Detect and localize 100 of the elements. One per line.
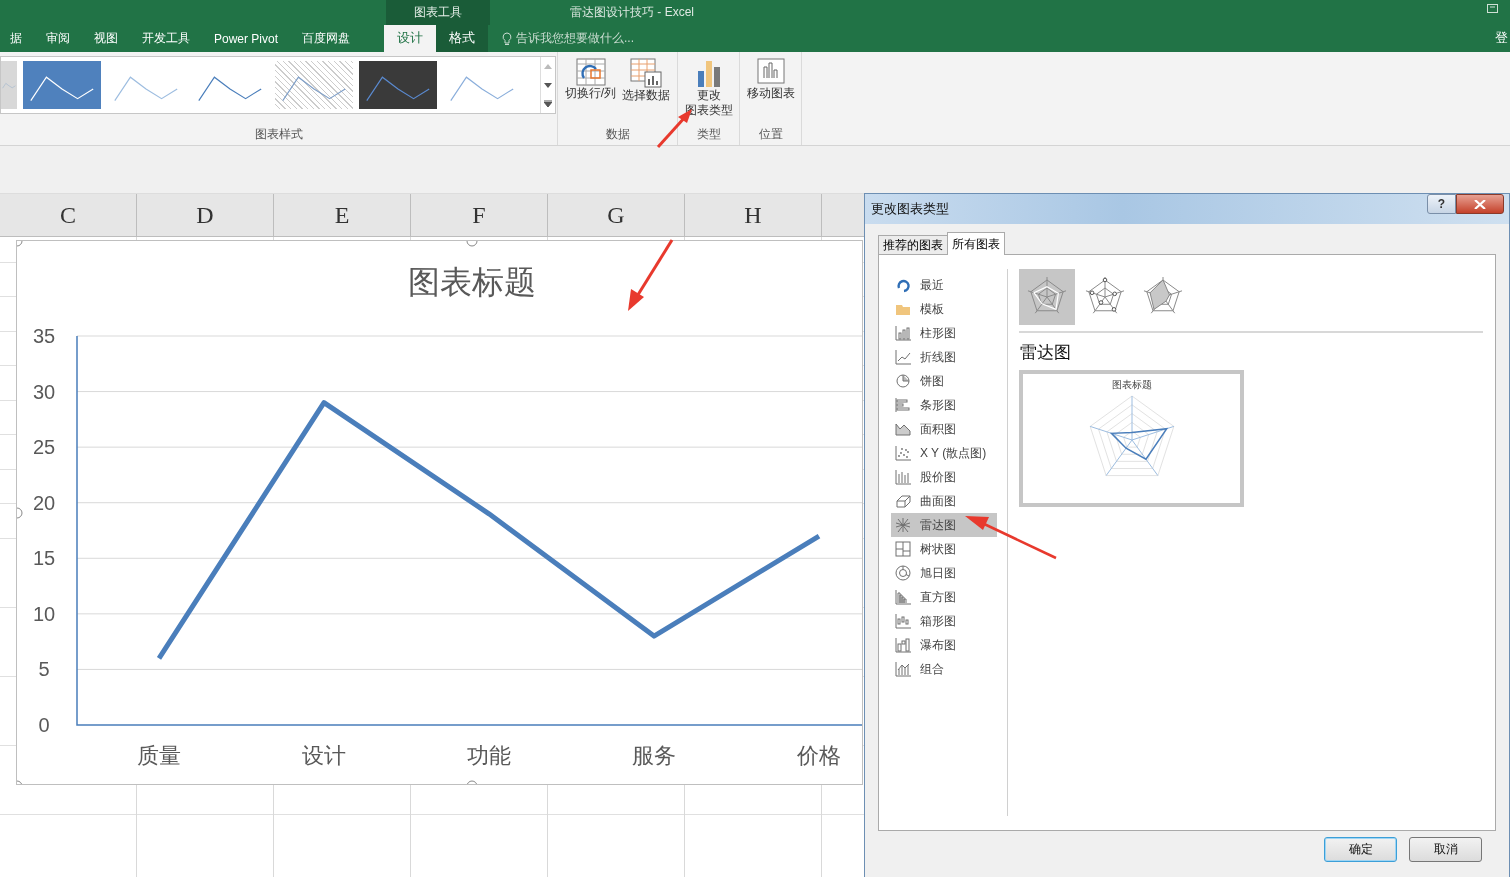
chart-type-label: 条形图 (920, 396, 956, 414)
column-header[interactable]: D (137, 194, 274, 236)
chart-type-item[interactable]: X Y (散点图) (891, 441, 997, 465)
chart-type-item[interactable]: 树状图 (891, 537, 997, 561)
close-icon (1474, 199, 1486, 209)
chart-type-label: 曲面图 (920, 492, 956, 510)
column-header[interactable]: G (548, 194, 685, 236)
chart-type-item[interactable]: 面积图 (891, 417, 997, 441)
axis-tick-label: 5 (38, 658, 50, 681)
ribbon-button[interactable]: 切换行/列 (562, 56, 619, 103)
chart-type-item[interactable]: 箱形图 (891, 609, 997, 633)
chart-type-label: 股价图 (920, 468, 956, 486)
chart-type-item[interactable]: 瀑布图 (891, 633, 997, 657)
ribbon-tab[interactable]: 据 (0, 25, 34, 52)
chart-type-item[interactable]: 组合 (891, 657, 997, 681)
chart-type-item[interactable]: 最近 (891, 273, 997, 297)
category-label: 设计 (302, 743, 346, 768)
close-button[interactable] (1456, 194, 1504, 214)
dialog-button[interactable]: 取消 (1409, 837, 1482, 862)
dialog-tab[interactable]: 推荐的图表 (878, 235, 948, 255)
chart-type-label: 面积图 (920, 420, 956, 438)
tell-me-field[interactable]: 告诉我您想要做什么... (516, 30, 634, 47)
chart-style-thumbnail[interactable] (0, 61, 17, 109)
dialog-tab[interactable]: 所有图表 (947, 232, 1005, 255)
sunburst-chart-icon (895, 565, 911, 581)
chart-title[interactable]: 图表标题 (408, 264, 536, 300)
group-label: 类型 (696, 126, 721, 143)
chart-type-label: 旭日图 (920, 564, 956, 582)
move-chart-icon (756, 58, 785, 86)
ribbon-tab[interactable]: 设计 (384, 25, 436, 52)
column-header[interactable]: E (274, 194, 411, 236)
surface-chart-icon (895, 493, 911, 509)
dialog-title: 更改图表类型 (871, 200, 949, 218)
context-tab-label: 图表工具 (386, 0, 490, 25)
bar-chart-icon (895, 397, 911, 413)
chart-type-label: 柱形图 (920, 324, 956, 342)
line-chart-icon (895, 349, 911, 365)
ribbon-tab[interactable]: 百度网盘 (290, 25, 363, 52)
chart-type-label: 模板 (920, 300, 944, 318)
chart-type-item[interactable]: 柱形图 (891, 321, 997, 345)
chart-type-item[interactable]: 模板 (891, 297, 997, 321)
chart-style-thumbnail[interactable] (358, 61, 437, 109)
ribbon-tab[interactable]: 视图 (82, 25, 130, 52)
combo-chart-icon (895, 661, 911, 677)
axis-tick-label: 35 (32, 325, 56, 347)
axis-tick-label: 10 (32, 602, 56, 625)
subtype-heading: 雷达图 (1020, 342, 1072, 364)
axis-tick-label: 0 (38, 714, 50, 736)
dialog-button[interactable]: 确定 (1324, 837, 1397, 862)
select-data-icon (630, 58, 663, 88)
group-label: 位置 (758, 126, 783, 143)
ribbon-tab[interactable]: 格式 (436, 25, 488, 52)
radar-chart-icon (895, 517, 911, 533)
chart-type-item[interactable]: 曲面图 (891, 489, 997, 513)
chart-type-item[interactable]: 旭日图 (891, 561, 997, 585)
preview-title: 图表标题 (1111, 378, 1152, 392)
pie-chart-icon (895, 373, 911, 389)
box-chart-icon (895, 613, 911, 629)
chart-type-label: 直方图 (920, 588, 956, 606)
chart-type-label: 最近 (920, 276, 944, 294)
chart-type-label: X Y (散点图) (920, 444, 987, 462)
chart-type-label: 折线图 (920, 348, 956, 366)
stock-chart-icon (895, 469, 911, 485)
treemap-chart-icon (895, 541, 911, 557)
axis-tick-label: 15 (32, 547, 56, 570)
histogram-chart-icon (895, 589, 911, 605)
expand-icon (543, 100, 552, 108)
sign-in-link[interactable]: 登 (1495, 25, 1508, 52)
axis-tick-label: 25 (32, 436, 56, 459)
ribbon-tab[interactable]: 审阅 (34, 25, 82, 52)
group-label: 数据 (605, 126, 630, 143)
chart-type-label: 树状图 (920, 540, 956, 558)
column-header[interactable]: F (411, 194, 548, 236)
ribbon-button[interactable]: 移动图表 (744, 56, 797, 103)
chart-type-item[interactable]: 雷达图 (891, 513, 997, 537)
axis-tick-label: 20 (32, 491, 56, 514)
column-header[interactable]: H (685, 194, 822, 236)
category-label: 功能 (467, 743, 511, 768)
ribbon-button[interactable]: 选择数据 (620, 56, 673, 105)
ribbon-tab[interactable]: 开发工具 (130, 25, 202, 52)
chart-type-label: 箱形图 (920, 612, 956, 630)
ribbon-tab[interactable]: Power Pivot (202, 25, 291, 52)
help-button[interactable]: ? (1427, 194, 1456, 214)
chart-type-item[interactable]: 饼图 (891, 369, 997, 393)
chart-type-item[interactable]: 折线图 (891, 345, 997, 369)
chart-type-item[interactable]: 条形图 (891, 393, 997, 417)
window-title: 雷达图设计技巧 - Excel (570, 4, 694, 21)
axis-tick-label: 30 (32, 380, 56, 403)
chart-type-item[interactable]: 股价图 (891, 465, 997, 489)
group-label: 图表样式 (254, 126, 303, 143)
chart-style-thumbnail[interactable] (274, 61, 353, 109)
column-header[interactable]: C (0, 194, 137, 236)
up-arrow-icon (543, 63, 552, 69)
category-label: 服务 (632, 743, 676, 768)
chart-type-item[interactable]: 直方图 (891, 585, 997, 609)
chart-area[interactable]: 图表标题 0 5 10 15 20 25 30 35 质量 设计 功能 服务 价格 (16, 240, 863, 785)
waterfall-chart-icon (895, 637, 911, 653)
chart-subtype-option[interactable] (1019, 269, 1075, 325)
chart-style-thumbnail[interactable] (22, 61, 101, 109)
category-label: 价格 (797, 743, 841, 768)
